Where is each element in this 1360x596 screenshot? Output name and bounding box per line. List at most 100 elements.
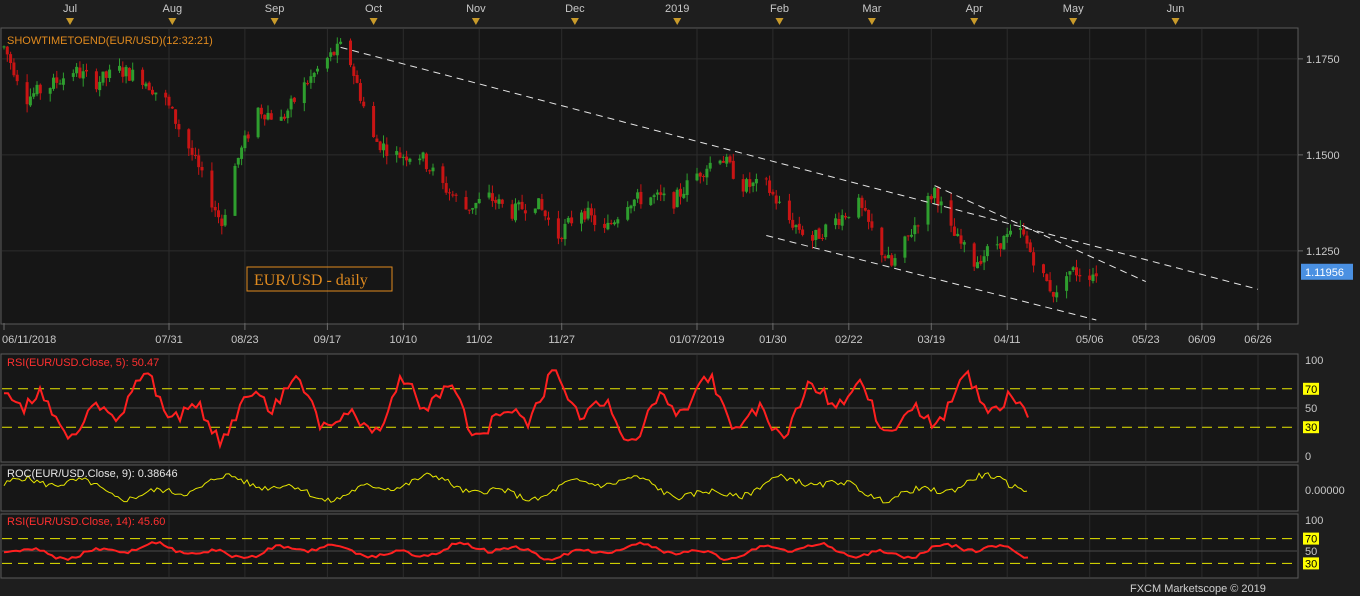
candle-body (956, 233, 960, 237)
candle-body (675, 189, 679, 208)
candle-body (104, 71, 108, 78)
candle-body (547, 217, 550, 220)
candle-body (834, 218, 838, 226)
month-label: Nov (466, 3, 486, 15)
rsi5-scale-label: 100 (1305, 355, 1323, 367)
candle-body (2, 46, 6, 48)
candle-body (141, 69, 145, 85)
candle-body (78, 67, 82, 78)
candle-body (467, 209, 471, 211)
price-tick-label: 1.1250 (1306, 246, 1340, 258)
candle-body (292, 97, 296, 102)
candle-body (903, 236, 907, 258)
month-markers: Jul Aug Sep Oct Nov Dec 2019 Feb Mar Apr May Jun (63, 3, 1184, 25)
candle-body (698, 172, 702, 177)
date-label: 11/02 (466, 334, 493, 346)
candle-body (952, 226, 956, 236)
month-marker-icon (867, 18, 876, 25)
candle-body (118, 65, 121, 71)
candle-body (316, 68, 319, 72)
date-axis: 06/11/2018 07/31 08/23 09/17 10/10 11/02 11/27… (2, 323, 1272, 346)
candle-body (48, 88, 52, 94)
date-label: 06/26 (1244, 334, 1272, 346)
month-label: Mar (862, 3, 881, 15)
month-marker-icon (775, 18, 784, 25)
candle-body (144, 83, 148, 87)
month-marker-icon (471, 18, 480, 25)
rsi14-scale-label: 50 (1305, 546, 1317, 558)
candle-body (586, 207, 590, 219)
candle-body (421, 152, 425, 159)
candle-body (890, 255, 894, 266)
candle-body (35, 84, 39, 95)
rsi5-label: RSI(EUR/USD.Close, 5): 50.47 (7, 357, 159, 369)
candle-body (121, 67, 125, 77)
candle-body (190, 147, 194, 155)
candle-body (870, 221, 874, 228)
candle-body (695, 173, 699, 181)
candle-body (375, 138, 379, 142)
candle-body (164, 92, 168, 98)
candle-body (167, 96, 171, 106)
candle-body (768, 180, 772, 193)
candle-body (236, 157, 240, 165)
price-tick-label: 1.1500 (1306, 150, 1340, 162)
candle-body (580, 212, 583, 224)
candle-body (428, 170, 432, 172)
footer-credit: FXCM Marketscope © 2019 (1130, 583, 1266, 595)
candle-body (560, 237, 564, 240)
candle-body (1018, 228, 1022, 230)
candle-body (312, 72, 316, 77)
candle-body (197, 155, 201, 168)
date-label: 06/11/2018 (2, 334, 56, 346)
candle-body (837, 219, 841, 225)
candle-body (774, 195, 778, 204)
rsi14-scale-label: 100 (1305, 515, 1323, 527)
candle-body (962, 242, 966, 245)
rsi5-scale-label: 30 (1305, 422, 1317, 434)
month-label: Apr (966, 3, 983, 15)
candle-body (1078, 274, 1082, 277)
right-scales: 1.17501.15001.12501.11956100705030010070… (1298, 54, 1353, 570)
candle-body (863, 207, 867, 211)
candle-body (329, 52, 333, 57)
candle-body (401, 156, 405, 158)
candle-body (398, 152, 402, 158)
candle-body (454, 194, 458, 196)
candle-body (431, 167, 435, 172)
month-label: Aug (163, 3, 183, 15)
candle-body (1005, 234, 1009, 238)
candle-body (778, 201, 781, 203)
candle-body (510, 204, 514, 219)
candle-body (1094, 273, 1098, 277)
candle-body (124, 66, 128, 77)
candle-body (15, 74, 19, 82)
candle-body (309, 76, 313, 83)
candle-body (1068, 271, 1072, 275)
candle-body (108, 69, 112, 79)
candle-body (566, 217, 570, 223)
candle-body (933, 187, 937, 199)
candle-body (995, 244, 999, 246)
candle-body (1042, 264, 1045, 274)
candle-body (913, 225, 917, 235)
candle-body (269, 113, 273, 120)
candle-body (418, 158, 422, 161)
candle-body (867, 209, 871, 222)
candle-body (1048, 280, 1052, 292)
candle-body (451, 194, 455, 196)
candle-body (477, 198, 481, 204)
month-marker-icon (270, 18, 279, 25)
candle-body (537, 198, 541, 210)
candle-body (603, 223, 607, 228)
candle-body (335, 43, 339, 56)
candle-body (187, 129, 191, 149)
candle-body (355, 75, 359, 83)
candle-body (223, 214, 227, 226)
candle-body (797, 223, 801, 230)
candle-body (9, 54, 13, 63)
month-marker-icon (1171, 18, 1180, 25)
rsi14-scale-label: 70 (1305, 534, 1317, 546)
candle-body (636, 192, 640, 199)
candle-body (58, 83, 62, 85)
